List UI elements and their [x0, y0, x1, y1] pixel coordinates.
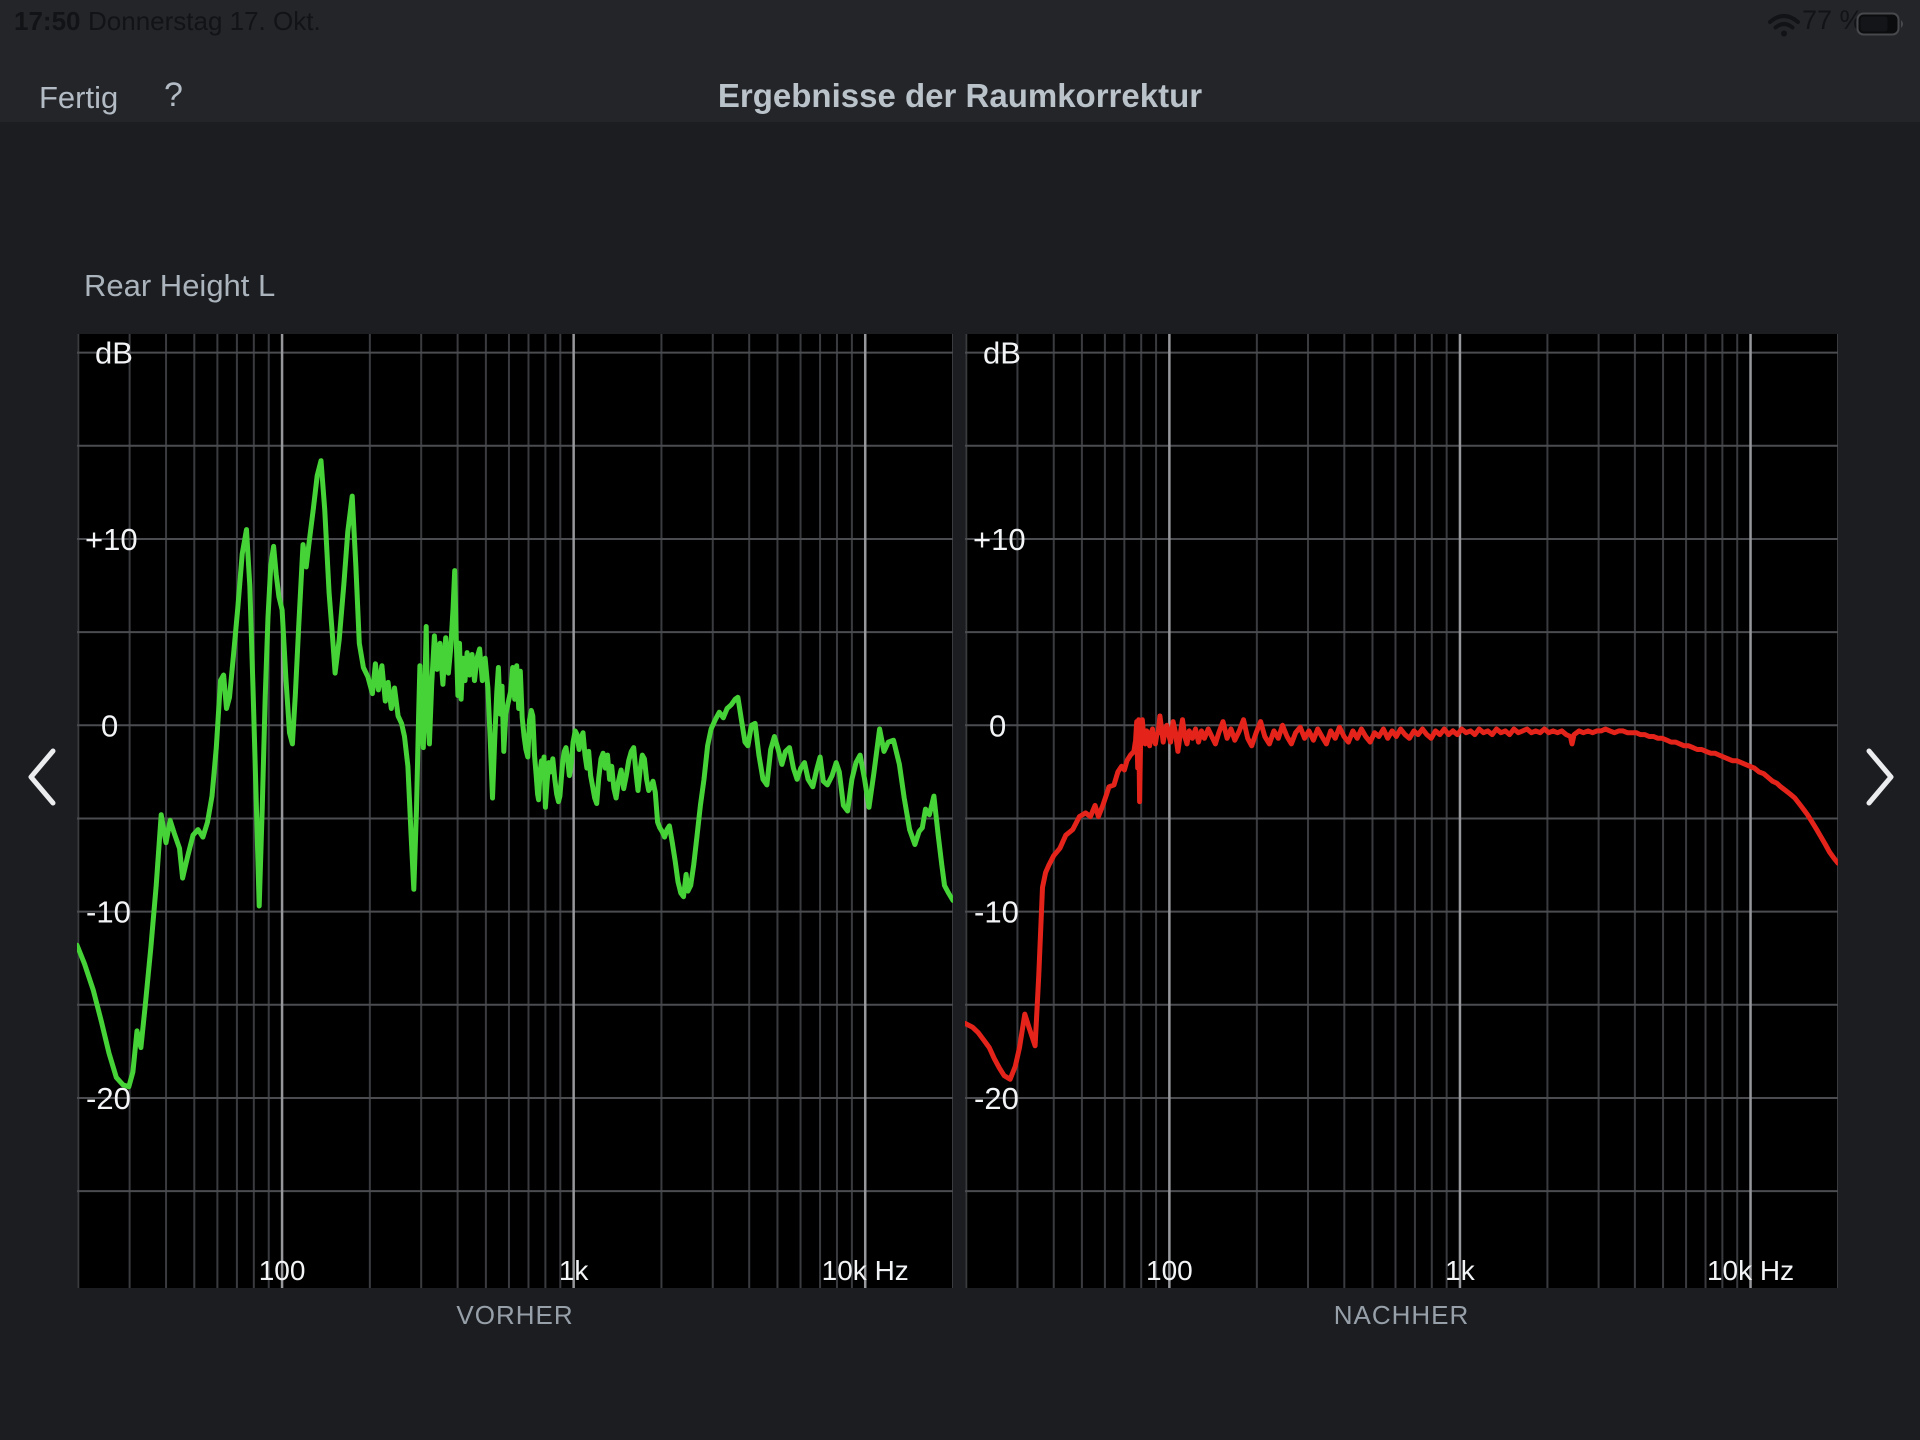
y-axis-tick: 0 — [101, 708, 118, 743]
after-chart: dB +10 0 -10 -20 100 1k 10k Hz — [965, 334, 1838, 1288]
status-time: 17:50 — [14, 6, 81, 36]
y-axis-tick: dB — [983, 336, 1021, 371]
y-axis-tick: 0 — [989, 708, 1006, 743]
y-axis-tick: +10 — [973, 522, 1026, 557]
speaker-name-label: Rear Height L — [84, 268, 276, 303]
battery-percent: 77 % — [1802, 5, 1864, 35]
status-date: Donnerstag 17. Okt. — [88, 6, 321, 36]
y-axis-tick: -10 — [86, 895, 131, 930]
after-caption: NACHHER — [1333, 1300, 1470, 1330]
battery-icon — [1856, 12, 1903, 36]
previous-speaker-button[interactable] — [26, 748, 60, 809]
chevron-right-icon — [1866, 748, 1894, 806]
x-axis-tick: 10k Hz — [1707, 1255, 1794, 1286]
x-axis-tick: 1k — [1445, 1255, 1476, 1286]
header-bar: 17:50 Donnerstag 17. Okt. 77 % Fertig ? … — [0, 0, 1920, 122]
next-speaker-button[interactable] — [1862, 748, 1896, 809]
x-axis-tick: 1k — [559, 1255, 590, 1286]
before-caption: VORHER — [456, 1300, 574, 1330]
y-axis-tick: -20 — [974, 1081, 1019, 1116]
y-axis-tick: dB — [95, 336, 133, 371]
x-axis-tick: 10k Hz — [822, 1255, 909, 1286]
y-axis-tick: -10 — [974, 895, 1019, 930]
x-axis-tick: 100 — [259, 1255, 306, 1286]
page-title: Ergebnisse der Raumkorrektur — [717, 77, 1203, 114]
before-chart: dB +10 0 -10 -20 100 1k 10k Hz — [77, 334, 953, 1288]
x-axis-tick: 100 — [1146, 1255, 1193, 1286]
wifi-icon — [1768, 14, 1800, 37]
chevron-left-icon — [28, 748, 56, 806]
y-axis-tick: +10 — [85, 522, 138, 557]
